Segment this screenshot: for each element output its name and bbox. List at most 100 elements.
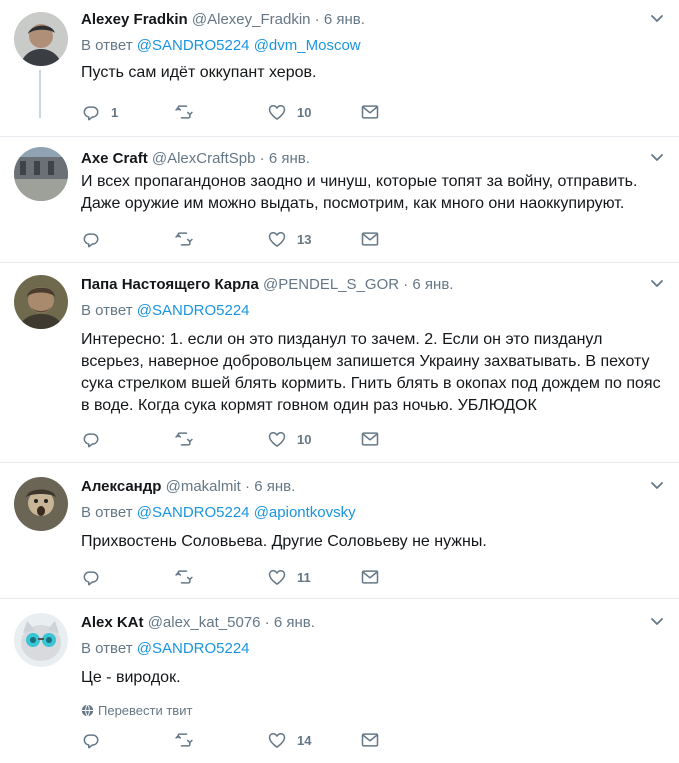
mention-link[interactable]: @SANDRO5224 <box>137 37 250 54</box>
translate-link[interactable]: Перевести твит <box>81 703 665 718</box>
avatar[interactable] <box>14 147 68 201</box>
tweet-time[interactable]: 6 янв. <box>274 614 315 631</box>
author-handle[interactable]: @makalmit <box>166 478 241 495</box>
reply-icon <box>81 429 101 449</box>
like-count: 13 <box>297 231 312 247</box>
tweet-actions: 1 10 <box>81 102 453 122</box>
separator-dot: · <box>314 11 320 28</box>
author-handle[interactable]: @AlexCraftSpb <box>152 150 256 167</box>
reply-button[interactable] <box>81 730 174 750</box>
direct-message-button[interactable] <box>360 730 453 750</box>
chevron-down-icon[interactable] <box>649 149 665 165</box>
like-button[interactable]: 14 <box>267 730 360 750</box>
translate-label: Перевести твит <box>98 703 193 718</box>
tweet-actions: 11 <box>81 567 453 587</box>
reply-context: В ответ @SANDRO5224 <box>81 639 665 659</box>
mention-link[interactable]: @SANDRO5224 <box>137 504 250 521</box>
direct-message-button[interactable] <box>360 102 453 122</box>
heart-icon <box>267 567 287 587</box>
mention-link[interactable]: @SANDRO5224 <box>137 302 250 319</box>
tweet[interactable]: Axe Craft @AlexCraftSpb · 6 янв. И всех … <box>0 137 679 263</box>
reply-context: В ответ @SANDRO5224 <box>81 301 665 321</box>
reply-button[interactable] <box>81 567 174 587</box>
like-button[interactable]: 10 <box>267 102 360 122</box>
separator-dot: · <box>245 478 251 495</box>
author-handle[interactable]: @Alexey_Fradkin <box>192 11 311 28</box>
tweet-header: Александр @makalmit · 6 янв. <box>81 477 665 497</box>
tweet-time[interactable]: 6 янв. <box>324 11 365 28</box>
reply-button[interactable] <box>81 229 174 249</box>
tweet-header: Папа Настоящего Карла @PENDEL_S_GOR · 6 … <box>81 275 665 295</box>
avatar[interactable] <box>14 12 68 66</box>
reply-prefix: В ответ <box>81 640 133 657</box>
tweet-time[interactable]: 6 янв. <box>254 478 295 495</box>
retweet-button[interactable] <box>174 229 267 249</box>
like-button[interactable]: 10 <box>267 429 360 449</box>
author-name[interactable]: Axe Craft <box>81 150 148 167</box>
reply-prefix: В ответ <box>81 37 133 54</box>
envelope-icon <box>360 429 380 449</box>
author-handle[interactable]: @PENDEL_S_GOR <box>263 276 399 293</box>
reply-icon <box>81 229 101 249</box>
tweet-header: Alex KAt @alex_kat_5076 · 6 янв. <box>81 613 665 633</box>
globe-icon <box>81 704 94 717</box>
reply-icon <box>81 730 101 750</box>
tweet-header: Axe Craft @AlexCraftSpb · 6 янв. <box>81 149 665 169</box>
envelope-icon <box>360 730 380 750</box>
retweet-button[interactable] <box>174 567 267 587</box>
chevron-down-icon[interactable] <box>649 613 665 629</box>
like-button[interactable]: 11 <box>267 567 360 587</box>
author-name[interactable]: Alexey Fradkin <box>81 11 188 28</box>
mention-link[interactable]: @SANDRO5224 <box>137 640 250 657</box>
reply-count: 1 <box>111 104 119 120</box>
separator-dot: · <box>403 276 409 293</box>
like-count: 10 <box>297 104 312 120</box>
separator-dot: · <box>259 150 265 167</box>
author-name[interactable]: Alex KAt <box>81 614 144 631</box>
tweet-text: Це - виродок. <box>81 669 181 686</box>
tweet-actions: 10 <box>81 429 453 449</box>
mention-link[interactable]: @apiontkovsky <box>254 504 356 521</box>
like-button[interactable]: 13 <box>267 229 360 249</box>
author-name[interactable]: Папа Настоящего Карла <box>81 276 259 293</box>
reply-context: В ответ @SANDRO5224 @apiontkovsky <box>81 503 665 523</box>
tweet-text: Интересно: 1. если он это пизданул то за… <box>81 331 661 414</box>
retweet-icon <box>174 229 194 249</box>
tweet-actions: 13 <box>81 229 453 249</box>
mention-link[interactable]: @dvm_Moscow <box>254 37 361 54</box>
tweet-time[interactable]: 6 янв. <box>269 150 310 167</box>
tweet[interactable]: Alexey Fradkin @Alexey_Fradkin · 6 янв. … <box>0 0 679 137</box>
chevron-down-icon[interactable] <box>649 10 665 26</box>
reply-prefix: В ответ <box>81 504 133 521</box>
separator-dot: · <box>264 614 270 631</box>
like-count: 10 <box>297 431 312 447</box>
direct-message-button[interactable] <box>360 567 453 587</box>
envelope-icon <box>360 567 380 587</box>
direct-message-button[interactable] <box>360 229 453 249</box>
tweet[interactable]: Папа Настоящего Карла @PENDEL_S_GOR · 6 … <box>0 263 679 463</box>
retweet-button[interactable] <box>174 730 267 750</box>
tweet[interactable]: Александр @makalmit · 6 янв. В ответ @SA… <box>0 463 679 599</box>
chevron-down-icon[interactable] <box>649 477 665 493</box>
chevron-down-icon[interactable] <box>649 275 665 291</box>
retweet-icon <box>174 102 194 122</box>
avatar[interactable] <box>14 275 68 329</box>
author-handle[interactable]: @alex_kat_5076 <box>148 614 261 631</box>
avatar[interactable] <box>14 613 68 667</box>
tweet-feed: Alexey Fradkin @Alexey_Fradkin · 6 янв. … <box>0 0 679 763</box>
reply-context: В ответ @SANDRO5224 @dvm_Moscow <box>81 36 665 56</box>
heart-icon <box>267 229 287 249</box>
tweet[interactable]: Alex KAt @alex_kat_5076 · 6 янв. В ответ… <box>0 599 679 763</box>
avatar[interactable] <box>14 477 68 531</box>
retweet-button[interactable] <box>174 102 267 122</box>
reply-icon <box>81 567 101 587</box>
retweet-icon <box>174 429 194 449</box>
heart-icon <box>267 730 287 750</box>
reply-button[interactable]: 1 <box>81 102 174 122</box>
direct-message-button[interactable] <box>360 429 453 449</box>
author-name[interactable]: Александр <box>81 478 161 495</box>
tweet-text: Прихвостень Соловьева. Другие Соловьеву … <box>81 533 487 550</box>
reply-button[interactable] <box>81 429 174 449</box>
tweet-time[interactable]: 6 янв. <box>412 276 453 293</box>
retweet-button[interactable] <box>174 429 267 449</box>
